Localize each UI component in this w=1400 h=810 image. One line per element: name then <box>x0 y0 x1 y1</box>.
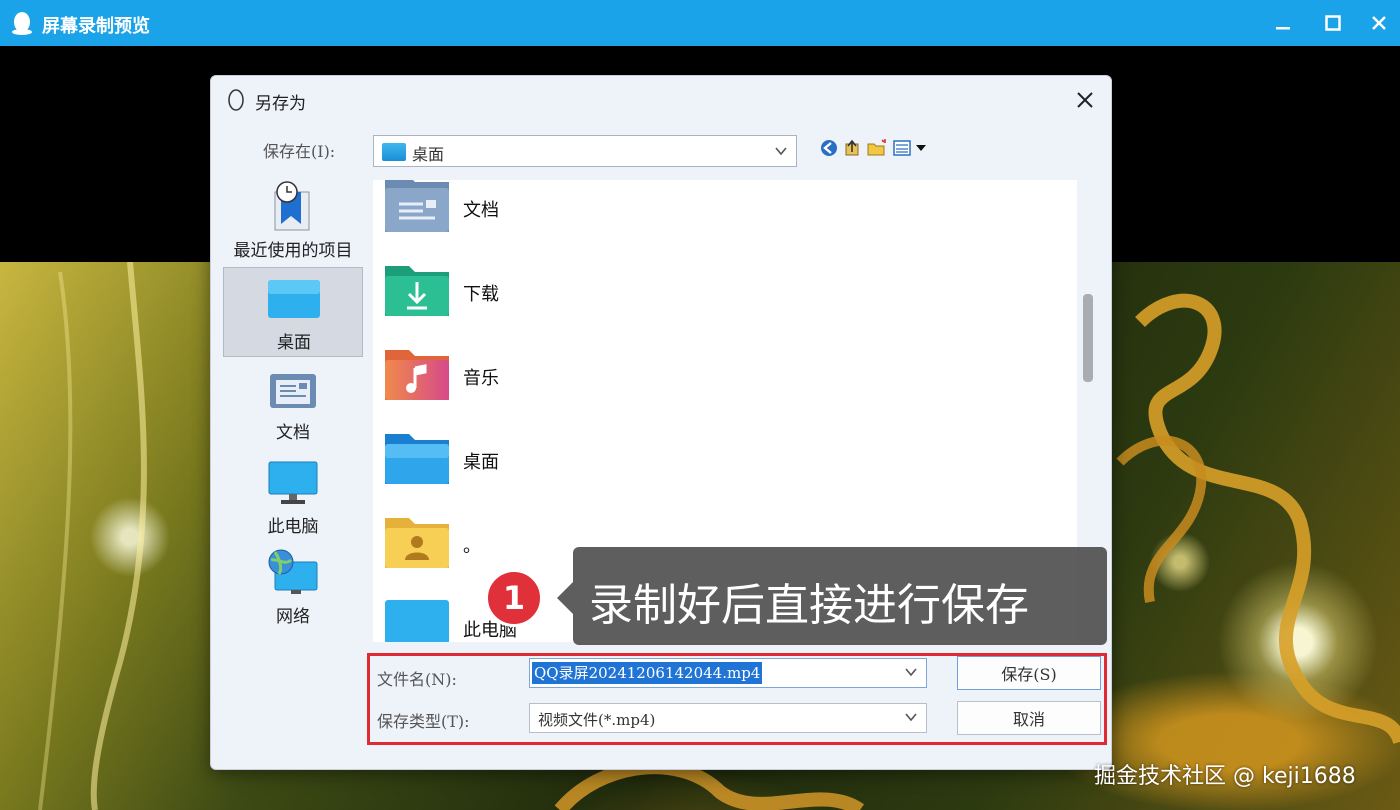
qq-penguin-icon <box>12 12 32 35</box>
up-folder-icon <box>845 139 859 156</box>
place-label: 桌面 <box>277 333 311 353</box>
file-name: 音乐 <box>463 368 499 389</box>
close-icon <box>1372 16 1386 30</box>
view-menu-button[interactable] <box>891 136 931 160</box>
minimize-button[interactable] <box>1268 8 1298 38</box>
place-label: 最近使用的项目 <box>233 241 353 261</box>
view-list-icon <box>893 140 926 156</box>
filename-label: 文件名(N): <box>377 670 457 689</box>
music-folder-icon <box>385 350 449 400</box>
save-button[interactable]: 保存(S) <box>957 656 1101 690</box>
place-desktop[interactable]: 桌面 <box>223 267 363 357</box>
computer-icon <box>268 461 318 504</box>
file-name: 下载 <box>463 284 499 305</box>
maximize-icon <box>1325 15 1341 31</box>
chevron-down-icon <box>775 147 787 156</box>
filename-value: QQ录屏20241206142044.mp4 <box>532 662 763 684</box>
filename-input[interactable]: QQ录屏20241206142044.mp4 <box>529 658 927 688</box>
save-as-dialog: 另存为 保存在(I): 桌面 最近使用的项目 桌面 文档 此电脑 网络 文档 下… <box>210 75 1112 770</box>
documents-folder-icon <box>385 180 449 232</box>
app-title: 屏幕录制预览 <box>42 16 150 37</box>
watermark: 掘金技术社区 @ keji1688 <box>1094 764 1356 789</box>
step-badge: 1 <box>485 569 543 627</box>
list-item[interactable]: 下载 <box>383 264 783 324</box>
callout-arrow <box>557 582 573 614</box>
filetype-label: 保存类型(T): <box>377 712 470 731</box>
computer-folder-icon <box>385 600 449 642</box>
annotation-callout: 录制好后直接进行保存 <box>573 547 1107 645</box>
maximize-button[interactable] <box>1318 8 1348 38</box>
list-item[interactable]: 桌面 <box>383 432 783 492</box>
recent-icon <box>274 181 310 231</box>
save-in-label: 保存在(I): <box>263 142 336 161</box>
place-documents[interactable]: 文档 <box>223 366 363 446</box>
new-folder-button[interactable] <box>865 136 889 160</box>
place-this-pc[interactable]: 此电脑 <box>223 458 363 538</box>
new-folder-icon <box>867 139 886 156</box>
place-label: 网络 <box>276 607 310 627</box>
file-name: 文档 <box>463 200 499 221</box>
filetype-select[interactable]: 视频文件(*.mp4) <box>529 703 927 733</box>
close-button[interactable] <box>1364 8 1394 38</box>
file-name: 。 <box>463 536 481 557</box>
chevron-down-icon <box>905 713 917 722</box>
qq-penguin-icon <box>228 89 244 111</box>
save-in-value: 桌面 <box>412 145 445 164</box>
filetype-value: 视频文件(*.mp4) <box>538 711 656 729</box>
callout-text: 录制好后直接进行保存 <box>589 580 1029 631</box>
desktop-folder-icon <box>382 143 406 161</box>
downloads-folder-icon <box>385 266 449 316</box>
back-arrow-icon <box>821 140 837 156</box>
chevron-down-icon[interactable] <box>904 665 918 679</box>
list-item[interactable]: 文档 <box>383 180 783 240</box>
desktop-icon <box>268 280 320 318</box>
file-list-scrollbar[interactable] <box>1083 294 1093 382</box>
place-network[interactable]: 网络 <box>223 548 363 633</box>
save-in-select[interactable]: 桌面 <box>373 135 797 167</box>
minimize-icon <box>1276 27 1290 30</box>
place-label: 文档 <box>276 423 310 443</box>
place-recent[interactable]: 最近使用的项目 <box>223 176 363 262</box>
dialog-title: 另存为 <box>255 94 306 114</box>
network-icon <box>268 549 318 594</box>
close-icon <box>1077 92 1093 108</box>
dialog-close-button[interactable] <box>1071 86 1099 114</box>
desktop-folder-icon <box>385 434 449 484</box>
documents-icon <box>270 374 316 408</box>
user-folder-icon <box>385 518 449 568</box>
place-label: 此电脑 <box>267 517 319 537</box>
app-title-bar: 屏幕录制预览 <box>0 0 1400 46</box>
list-item[interactable]: 音乐 <box>383 348 783 408</box>
cancel-button[interactable]: 取消 <box>957 701 1101 735</box>
file-name: 桌面 <box>463 452 499 473</box>
back-button[interactable] <box>817 136 841 160</box>
up-folder-button[interactable] <box>840 136 864 160</box>
